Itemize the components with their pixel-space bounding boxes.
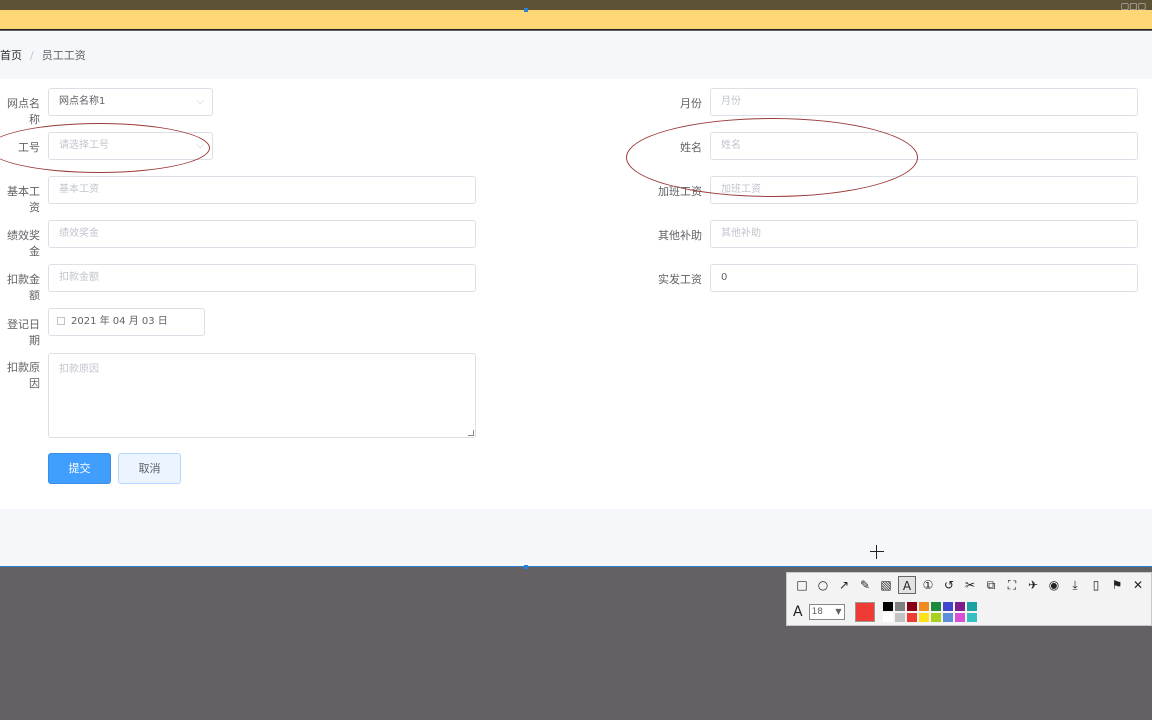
color-swatch[interactable] (882, 602, 893, 611)
cancel-button[interactable]: 取消 (118, 453, 181, 484)
register-date-picker[interactable]: 2021 年 04 月 03 日 (48, 308, 205, 336)
deduction-reason-label: 扣款原因 (7, 361, 40, 390)
bookmark-icon[interactable]: ⚑ (1108, 576, 1126, 594)
other-subsidy-label: 其他补助 (658, 229, 702, 242)
base-salary-label: 基本工资 (7, 185, 40, 214)
month-label: 月份 (680, 97, 702, 110)
app-content: 首页 / 员工工资 网点名称 网点名称1 ⌵ 月份 月份 工号 请选择工号 ⌵ 姓名… (0, 31, 1152, 567)
register-date-value: 2021 年 04 月 03 日 (71, 316, 168, 327)
breadcrumb-home[interactable]: 首页 (0, 49, 22, 62)
select-icon[interactable]: ⛶ (1003, 576, 1021, 594)
employee-id-placeholder: 请选择工号 (59, 140, 109, 151)
ellipse-icon[interactable]: ○ (814, 576, 832, 594)
resize-grip-icon[interactable] (468, 430, 474, 436)
other-subsidy-input[interactable]: 其他补助 (710, 220, 1138, 248)
undo-icon[interactable]: ↺ (940, 576, 958, 594)
name-label: 姓名 (680, 141, 702, 154)
breadcrumb-separator: / (30, 49, 34, 62)
color-swatch[interactable] (918, 613, 929, 622)
branch-name-value: 网点名称1 (59, 96, 106, 107)
name-input[interactable]: 姓名 (710, 132, 1138, 160)
color-swatch[interactable] (882, 613, 893, 622)
breadcrumb: 首页 / 员工工资 (0, 47, 86, 63)
month-input[interactable]: 月份 (710, 88, 1138, 116)
color-swatch[interactable] (954, 602, 965, 611)
chevron-down-icon: ⌵ (196, 140, 204, 151)
color-swatch[interactable] (966, 602, 977, 611)
branch-name-label: 网点名称 (7, 97, 40, 126)
salary-form-card: 网点名称 网点名称1 ⌵ 月份 月份 工号 请选择工号 ⌵ 姓名 姓名 基本工资… (0, 79, 1152, 509)
chevron-down-icon: ⌵ (196, 96, 204, 107)
download-icon[interactable]: ⤓ (1066, 576, 1084, 594)
color-swatch[interactable] (930, 602, 941, 611)
color-swatch[interactable] (918, 602, 929, 611)
performance-bonus-label: 绩效奖金 (7, 229, 40, 258)
color-swatch[interactable] (894, 613, 905, 622)
dropdown-icon: ▼ (835, 607, 842, 616)
deduction-amount-input[interactable]: 扣款金额 (48, 264, 476, 292)
font-size-select[interactable]: 18 ▼ (808, 604, 845, 620)
annotation-style-row: A 18 ▼ (793, 601, 977, 623)
deduction-reason-textarea[interactable]: 扣款原因 (48, 353, 476, 438)
close-icon[interactable]: ✕ (1129, 576, 1147, 594)
text-icon[interactable]: A (898, 576, 916, 594)
color-swatch[interactable] (942, 613, 953, 622)
color-swatch[interactable] (894, 602, 905, 611)
top-strip (0, 0, 1152, 10)
deduction-amount-label: 扣款金额 (7, 273, 40, 302)
font-size-value: 18 (811, 607, 824, 617)
actual-salary-label: 实发工资 (658, 273, 702, 286)
overtime-pay-input[interactable]: 加班工资 (710, 176, 1138, 204)
deduction-reason-placeholder: 扣款原因 (59, 364, 99, 375)
breadcrumb-current: 员工工资 (41, 49, 86, 62)
actual-salary-input[interactable]: 0 (710, 264, 1138, 292)
employee-id-select[interactable]: 请选择工号 ⌵ (48, 132, 213, 160)
branch-name-select[interactable]: 网点名称1 ⌵ (48, 88, 213, 116)
rectangle-icon[interactable]: □ (793, 576, 811, 594)
color-swatch[interactable] (966, 613, 977, 622)
color-swatch[interactable] (954, 613, 965, 622)
selection-handle[interactable] (524, 565, 528, 569)
submit-button[interactable]: 提交 (48, 453, 111, 484)
overtime-pay-label: 加班工资 (658, 185, 702, 198)
employee-id-label: 工号 (18, 141, 40, 154)
pencil-icon[interactable]: ✎ (856, 576, 874, 594)
color-swatch[interactable] (906, 613, 917, 622)
header-corner-text: ▢▢▢ (1120, 2, 1146, 12)
pin-icon[interactable]: ✈ (1024, 576, 1042, 594)
performance-bonus-input[interactable]: 绩效奖金 (48, 220, 476, 248)
color-swatch[interactable] (930, 613, 941, 622)
header-bar: ▢▢▢ (0, 2, 1152, 30)
selection-handle[interactable] (524, 8, 528, 12)
current-color-swatch[interactable] (854, 602, 875, 622)
arrow-icon[interactable]: ↗ (835, 576, 853, 594)
record-icon[interactable]: ◉ (1045, 576, 1063, 594)
color-swatch[interactable] (942, 602, 953, 611)
cut-icon[interactable]: ✂ (961, 576, 979, 594)
phone-icon[interactable]: ▯ (1087, 576, 1105, 594)
mosaic-icon[interactable]: ▧ (877, 576, 895, 594)
selection-border (0, 566, 1152, 567)
copy-icon[interactable]: ⧉ (982, 576, 1000, 594)
annotation-toolbar: □ ○ ↗ ✎ ▧ A ① ↺ ✂ ⧉ ⛶ ✈ ◉ ⤓ ▯ ⚑ ✕ A 18 ▼ (786, 572, 1152, 626)
calendar-icon (57, 317, 65, 325)
base-salary-input[interactable]: 基本工资 (48, 176, 476, 204)
color-palette (882, 602, 977, 622)
crosshair-cursor-icon (870, 545, 884, 559)
font-icon: A (793, 604, 803, 620)
number-icon[interactable]: ① (919, 576, 937, 594)
register-date-label: 登记日期 (7, 318, 40, 347)
color-swatch[interactable] (906, 602, 917, 611)
annotation-tools-row: □ ○ ↗ ✎ ▧ A ① ↺ ✂ ⧉ ⛶ ✈ ◉ ⤓ ▯ ⚑ ✕ (793, 576, 1147, 596)
